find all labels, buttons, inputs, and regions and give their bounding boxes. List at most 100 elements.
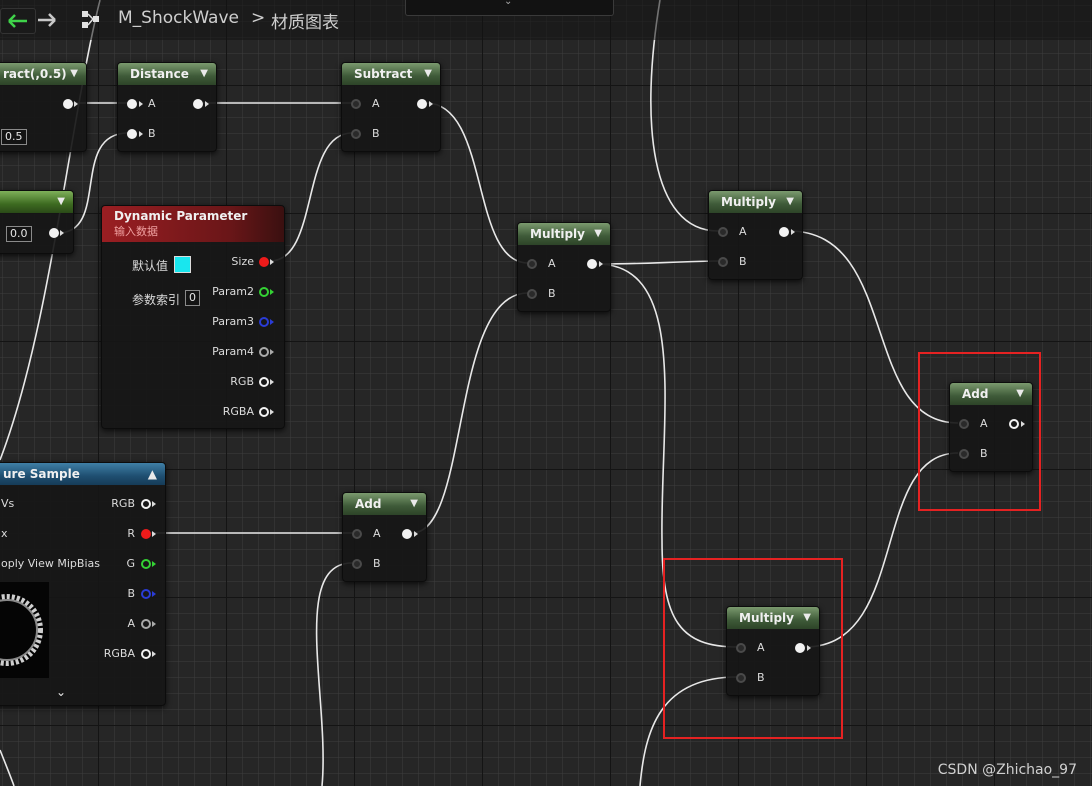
output-pin-param2[interactable] — [259, 287, 269, 297]
output-pin[interactable] — [779, 227, 789, 237]
node-header[interactable]: ract(,0.5) ▼ — [0, 63, 86, 85]
output-pin-rgb[interactable] — [141, 499, 151, 509]
pin-label: A — [757, 641, 765, 654]
output-pin-g[interactable] — [141, 559, 151, 569]
input-pin-b[interactable] — [351, 129, 361, 139]
output-pin[interactable] — [402, 529, 412, 539]
chevron-down-icon[interactable]: ▼ — [594, 223, 602, 245]
node-add-bottom[interactable]: Add ▼ A B — [342, 492, 427, 582]
node-header[interactable]: Multiply ▼ — [709, 191, 802, 213]
ring-texture-icon — [0, 594, 43, 666]
chevron-down-icon[interactable]: ▼ — [424, 63, 432, 85]
output-pin[interactable] — [795, 643, 805, 653]
input-pin-a[interactable] — [352, 529, 362, 539]
node-header[interactable]: Add ▼ — [343, 493, 426, 515]
node-header[interactable]: ure Sample ▲ — [0, 463, 165, 485]
default-value-label: 默认值 — [132, 259, 169, 273]
chevron-down-icon[interactable]: ▼ — [57, 191, 65, 213]
collapsed-panel[interactable]: ⌄ — [405, 0, 614, 16]
output-pin-rgba[interactable] — [141, 649, 151, 659]
output-pin-rgb[interactable] — [259, 377, 269, 387]
breadcrumb-graph[interactable]: 材质图表 — [271, 8, 339, 33]
input-pin-a[interactable] — [718, 227, 728, 237]
pin-arrow-icon — [270, 259, 274, 265]
output-pin[interactable] — [49, 228, 59, 238]
wire — [315, 562, 353, 786]
node-subtract[interactable]: Subtract ▼ A B — [341, 62, 441, 152]
breadcrumb-asset[interactable]: M_ShockWave — [118, 8, 239, 28]
node-header[interactable]: ▼ — [0, 191, 73, 213]
chevron-down-icon[interactable]: ▼ — [786, 191, 794, 213]
node-header[interactable]: Add ▼ — [950, 383, 1032, 405]
default-color-swatch[interactable] — [174, 256, 191, 273]
output-pin-size[interactable] — [259, 257, 269, 267]
wire — [425, 102, 529, 264]
watermark: CSDN @Zhichao_97 — [937, 762, 1077, 778]
chevron-down-icon[interactable]: ▼ — [410, 493, 418, 515]
input-pin-a[interactable] — [351, 99, 361, 109]
output-pin[interactable] — [587, 259, 597, 269]
output-pin-r[interactable] — [141, 529, 151, 539]
node-header[interactable]: Distance ▼ — [118, 63, 216, 85]
node-header[interactable]: Multiply ▼ — [727, 607, 819, 629]
chevron-down-icon[interactable]: ⌄ — [56, 685, 66, 699]
output-pin[interactable] — [63, 99, 73, 109]
chevron-down-icon[interactable]: ▼ — [1016, 383, 1024, 405]
output-label-r: R — [127, 527, 135, 540]
wire — [411, 292, 529, 534]
output-pin[interactable] — [193, 99, 203, 109]
output-pin-b[interactable] — [141, 589, 151, 599]
output-pin[interactable] — [1009, 419, 1019, 429]
input-pin-b[interactable] — [718, 257, 728, 267]
pin-label: A — [148, 97, 156, 110]
output-pin-rgba[interactable] — [259, 407, 269, 417]
output-pin-a[interactable] — [141, 619, 151, 629]
back-button[interactable] — [0, 8, 36, 34]
node-texture-sample[interactable]: ure Sample ▲ Vs x oply View MipBias ⌄ RG… — [0, 462, 166, 706]
pin-arrow-icon — [60, 230, 64, 236]
constant-value[interactable]: 0.0 — [6, 226, 32, 242]
node-multiply-center[interactable]: Multiply ▼ A B — [517, 222, 611, 312]
output-pin[interactable] — [417, 99, 427, 109]
input-pin-a[interactable] — [527, 259, 537, 269]
wire — [596, 260, 719, 265]
input-pin-a[interactable] — [736, 643, 746, 653]
node-header[interactable]: Subtract ▼ — [342, 63, 440, 85]
input-pin-a[interactable] — [959, 419, 969, 429]
input-pin-b[interactable] — [352, 559, 362, 569]
node-header[interactable]: Multiply ▼ — [518, 223, 610, 245]
output-pin-param4[interactable] — [259, 347, 269, 357]
param-index-value[interactable]: 0 — [185, 290, 200, 306]
node-multiply-bottom[interactable]: Multiply ▼ A B — [726, 606, 820, 696]
node-dynamic-parameter[interactable]: Dynamic Parameter 输入数据 默认值 参数索引 0 Size P… — [101, 205, 285, 429]
node-title: Add — [355, 497, 382, 511]
chevron-up-icon[interactable]: ▲ — [148, 463, 157, 485]
node-title: Multiply — [530, 227, 585, 241]
const-b-value[interactable]: 0.5 — [1, 129, 27, 145]
input-pin-b[interactable] — [736, 673, 746, 683]
node-header[interactable]: Dynamic Parameter 输入数据 — [102, 206, 284, 242]
input-pin-a[interactable] — [127, 99, 137, 109]
node-constant-partial[interactable]: ▼ 0.0 — [0, 190, 74, 254]
arrow-right-icon — [38, 13, 56, 27]
pin-label: B — [148, 127, 156, 140]
input-pin-b[interactable] — [959, 449, 969, 459]
chevron-down-icon[interactable]: ▼ — [70, 63, 78, 85]
input-pin-b[interactable] — [127, 129, 137, 139]
node-subtract-partial[interactable]: ract(,0.5) ▼ 0.5 — [0, 62, 87, 152]
node-add-right[interactable]: Add ▼ A B — [949, 382, 1033, 472]
chevron-down-icon[interactable]: ▼ — [200, 63, 208, 85]
output-label-rgb: RGB — [230, 375, 254, 388]
wire — [788, 230, 959, 424]
pin-label: B — [980, 447, 988, 460]
node-multiply-top[interactable]: Multiply ▼ A B — [708, 190, 803, 280]
pin-arrow-icon — [152, 561, 156, 567]
forward-button[interactable] — [36, 8, 58, 32]
chevron-down-icon[interactable]: ▼ — [803, 607, 811, 629]
output-pin-param3[interactable] — [259, 317, 269, 327]
graph-icon — [80, 8, 104, 32]
node-distance[interactable]: Distance ▼ A B — [117, 62, 217, 152]
param-index-label: 参数索引 — [132, 293, 181, 307]
input-pin-b[interactable] — [527, 289, 537, 299]
pin-label: A — [739, 225, 747, 238]
